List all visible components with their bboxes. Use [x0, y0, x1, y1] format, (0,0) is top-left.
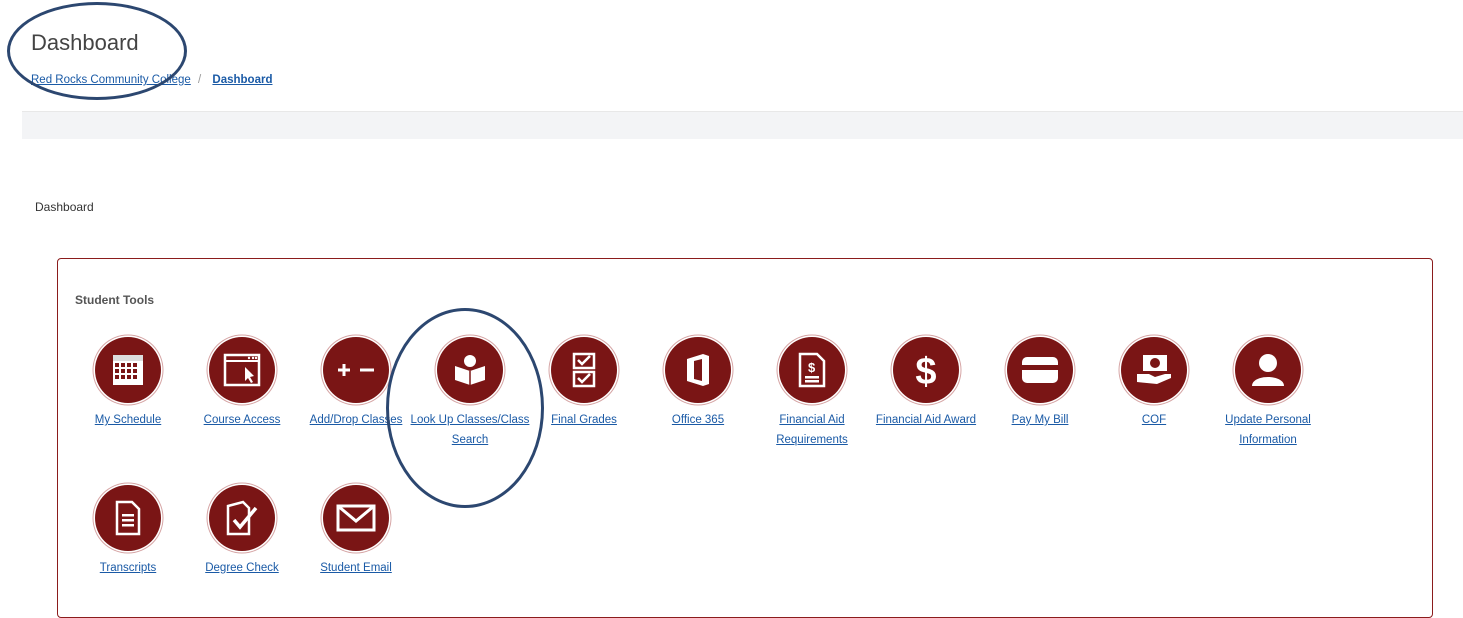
tool-label[interactable]: Add/Drop Classes — [296, 410, 416, 430]
document-check-icon — [209, 485, 275, 551]
tool-label[interactable]: Student Email — [296, 558, 416, 578]
user-icon — [1235, 337, 1301, 403]
svg-text:$: $ — [915, 351, 936, 390]
tool-label[interactable]: Pay My Bill — [980, 410, 1100, 430]
tool-label[interactable]: Degree Check — [182, 558, 302, 578]
tool-look-up-classes[interactable]: Look Up Classes/Class Search — [410, 337, 530, 450]
breadcrumb-link-college[interactable]: Red Rocks Community College — [31, 74, 191, 86]
tool-office-365[interactable]: Office 365 — [638, 337, 758, 430]
reader-icon — [437, 337, 503, 403]
dollar-icon: $ — [893, 337, 959, 403]
tool-label[interactable]: Financial Aid Requirements — [752, 410, 872, 450]
plus-minus-icon — [323, 337, 389, 403]
tool-label[interactable]: Look Up Classes/Class Search — [410, 410, 530, 450]
tool-student-email[interactable]: Student Email — [296, 485, 416, 578]
section-label: Dashboard — [35, 200, 94, 214]
document-dollar-icon: $ — [779, 337, 845, 403]
tool-degree-check[interactable]: Degree Check — [182, 485, 302, 578]
tool-pay-my-bill[interactable]: Pay My Bill — [980, 337, 1100, 430]
svg-text:$: $ — [808, 360, 816, 375]
toolbar-strip — [22, 111, 1463, 139]
browser-cursor-icon — [209, 337, 275, 403]
student-tools-panel: Student Tools My Schedule Course Access … — [57, 258, 1433, 618]
tool-label[interactable]: Financial Aid Award — [866, 410, 986, 430]
tool-label[interactable]: Final Grades — [524, 410, 644, 430]
breadcrumb: Red Rocks Community College / Dashboard — [31, 74, 272, 86]
envelope-icon — [323, 485, 389, 551]
tool-financial-aid-award[interactable]: $ Financial Aid Award — [866, 337, 986, 430]
tool-label[interactable]: Office 365 — [638, 410, 758, 430]
calendar-icon — [95, 337, 161, 403]
credit-card-icon — [1007, 337, 1073, 403]
tool-label[interactable]: My Schedule — [68, 410, 188, 430]
document-icon — [95, 485, 161, 551]
tool-cof[interactable]: COF — [1094, 337, 1214, 430]
office-icon — [665, 337, 731, 403]
tool-course-access[interactable]: Course Access — [182, 337, 302, 430]
tool-label[interactable]: Transcripts — [68, 558, 188, 578]
hand-money-icon — [1121, 337, 1187, 403]
panel-title: Student Tools — [75, 293, 155, 307]
tool-label[interactable]: Update Personal Information — [1208, 410, 1328, 450]
tool-label[interactable]: COF — [1094, 410, 1214, 430]
tool-label[interactable]: Course Access — [182, 410, 302, 430]
breadcrumb-link-dashboard[interactable]: Dashboard — [212, 74, 272, 86]
tool-final-grades[interactable]: Final Grades — [524, 337, 644, 430]
checklist-icon — [551, 337, 617, 403]
tool-my-schedule[interactable]: My Schedule — [68, 337, 188, 430]
tool-update-personal-information[interactable]: Update Personal Information — [1208, 337, 1328, 450]
tool-financial-aid-requirements[interactable]: $ Financial Aid Requirements — [752, 337, 872, 450]
breadcrumb-separator: / — [198, 74, 202, 86]
tool-transcripts[interactable]: Transcripts — [68, 485, 188, 578]
tool-add-drop-classes[interactable]: Add/Drop Classes — [296, 337, 416, 430]
page-title: Dashboard — [31, 30, 139, 55]
